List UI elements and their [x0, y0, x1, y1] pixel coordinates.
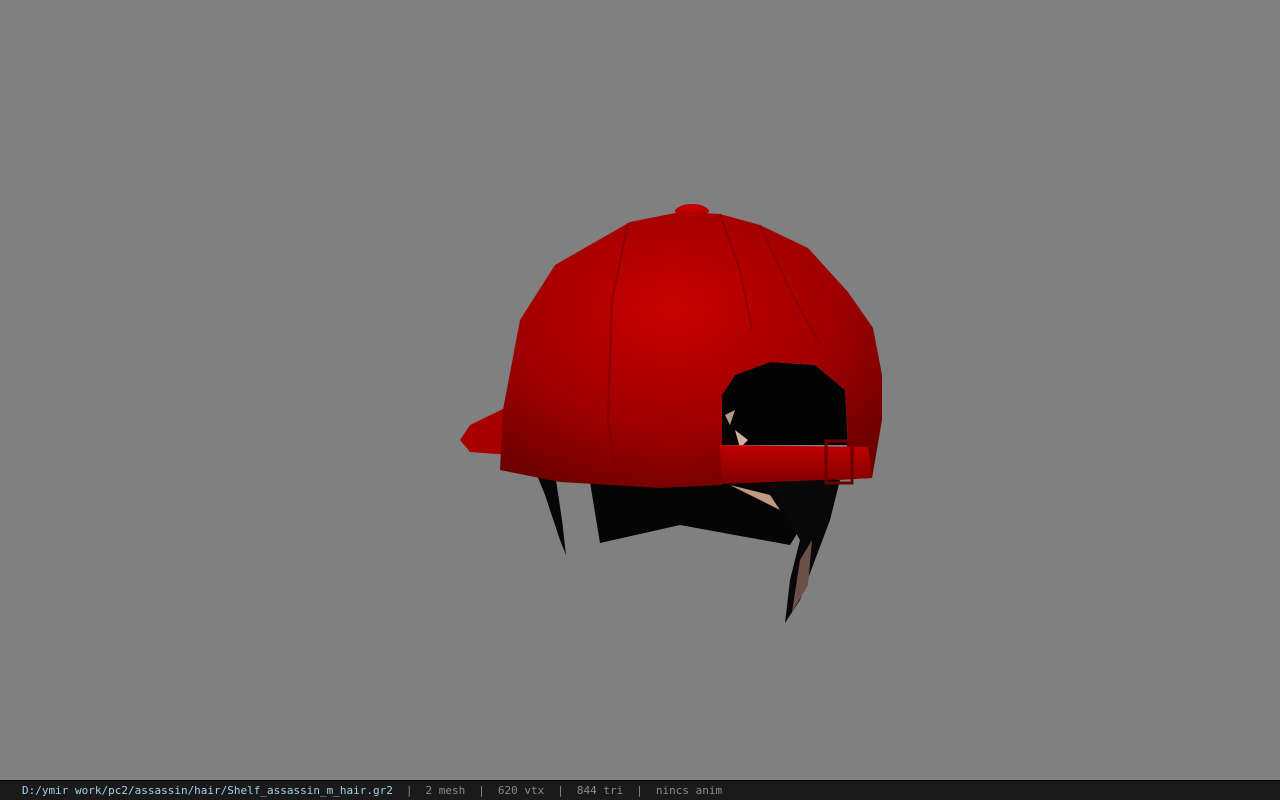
status-bar: D:/ymir work/pc2/assassin/hair/Shelf_ass… — [0, 780, 1280, 800]
vertex-count: 620 vtx — [497, 784, 545, 797]
animation-status: nincs anim — [655, 784, 723, 797]
cap-button-top — [679, 204, 705, 212]
3d-viewport[interactable] — [0, 0, 1280, 780]
file-path: D:/ymir work/pc2/assassin/hair/Shelf_ass… — [22, 784, 393, 797]
mesh-count: 2 mesh — [425, 784, 466, 797]
model-render — [460, 204, 882, 623]
separator: | — [478, 784, 485, 797]
separator: | — [636, 784, 643, 797]
separator: | — [405, 784, 413, 797]
separator: | — [557, 784, 564, 797]
triangle-count: 844 tri — [576, 784, 624, 797]
cap-strap — [720, 445, 872, 484]
hair-left-strand — [535, 470, 566, 555]
